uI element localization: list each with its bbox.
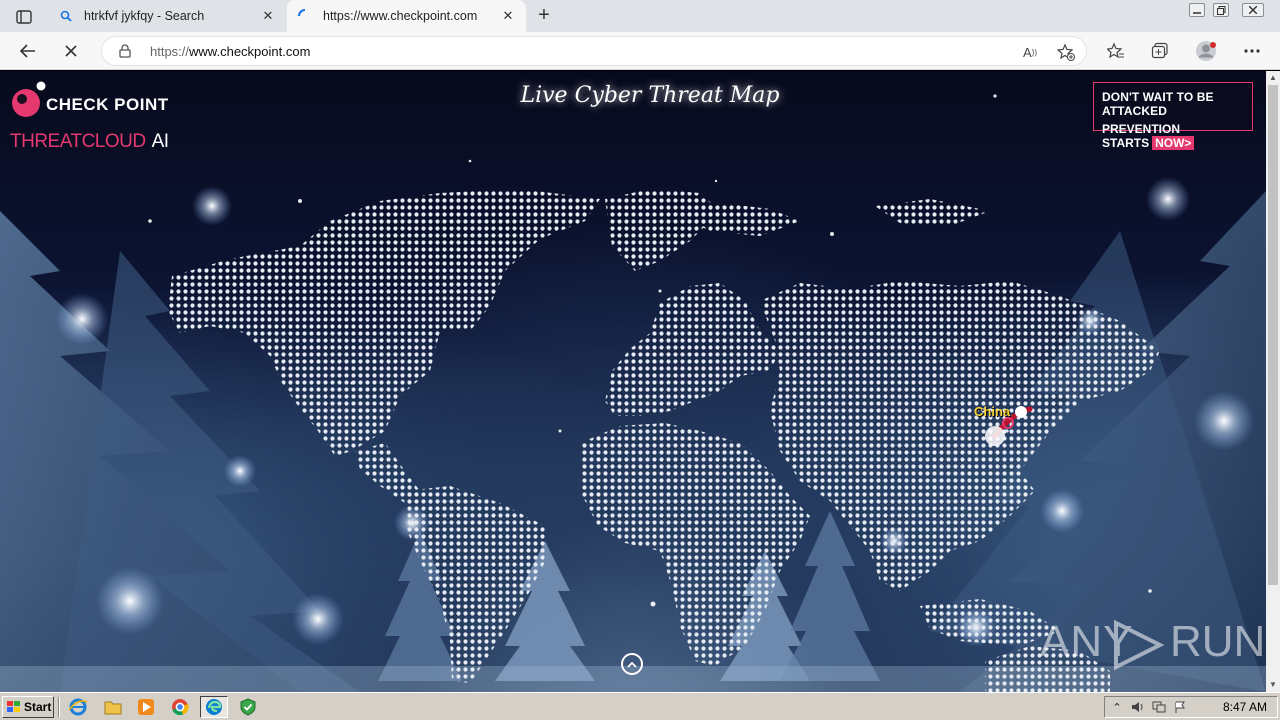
banner-cta[interactable]: NOW> bbox=[1152, 136, 1195, 150]
tab-actions-button[interactable] bbox=[10, 7, 38, 27]
minimize-icon bbox=[1193, 12, 1201, 14]
collections-button[interactable] bbox=[1147, 38, 1173, 64]
back-arrow-icon bbox=[20, 44, 35, 58]
avatar-icon bbox=[1196, 41, 1216, 61]
tab-search[interactable]: htrkfvf jykfqy - Search ✕ bbox=[48, 0, 286, 32]
windows-taskbar: Start ⌃ 8:47 AM bbox=[0, 692, 1280, 720]
chevron-up-icon bbox=[627, 661, 637, 668]
taskbar-chrome[interactable] bbox=[166, 696, 194, 718]
restore-button[interactable] bbox=[1210, 0, 1232, 20]
southeast-asia-islands bbox=[920, 599, 1060, 646]
taskbar-separator bbox=[58, 697, 60, 717]
folder-icon bbox=[104, 701, 122, 715]
stop-icon bbox=[65, 45, 77, 57]
north-america-landmass bbox=[168, 189, 600, 456]
taskbar-explorer[interactable] bbox=[99, 696, 127, 718]
system-tray: ⌃ 8:47 AM bbox=[1104, 696, 1278, 718]
attack-target-marker bbox=[1015, 406, 1027, 418]
favorites-button[interactable] bbox=[1103, 38, 1129, 64]
url-text[interactable]: https://www.checkpoint.com bbox=[150, 44, 310, 59]
tab-strip: htrkfvf jykfqy - Search ✕ https://www.ch… bbox=[0, 0, 1280, 32]
collections-icon bbox=[1151, 42, 1168, 59]
tab-title: https://www.checkpoint.com bbox=[323, 9, 478, 23]
chrome-icon bbox=[172, 699, 189, 716]
action-center-flag-icon[interactable] bbox=[1171, 699, 1189, 715]
back-button[interactable] bbox=[15, 38, 41, 64]
search-icon bbox=[58, 8, 74, 24]
stop-loading-button[interactable] bbox=[58, 38, 84, 64]
volume-icon[interactable] bbox=[1129, 699, 1147, 715]
watermark-right-text: RUN bbox=[1170, 617, 1266, 666]
greenland-landmass bbox=[605, 189, 720, 271]
south-america-landmass bbox=[405, 486, 548, 683]
logo-product-suffix: AI bbox=[151, 131, 169, 152]
ie-icon bbox=[69, 698, 87, 716]
scroll-up-button[interactable] bbox=[621, 653, 643, 675]
checkpoint-logo-mark bbox=[12, 81, 46, 117]
arctic-islands bbox=[875, 199, 990, 226]
close-icon bbox=[1249, 6, 1257, 14]
restore-icon bbox=[1216, 5, 1225, 15]
taskbar-clock[interactable]: 8:47 AM bbox=[1223, 700, 1267, 714]
taskbar-ie[interactable] bbox=[64, 696, 92, 718]
scroll-down-arrow[interactable]: ▼ bbox=[1266, 678, 1280, 692]
read-aloud-icon[interactable]: A)) bbox=[1020, 42, 1040, 62]
banner-line1: DON'T WAIT TO BE ATTACKED bbox=[1102, 90, 1214, 118]
shield-icon bbox=[240, 698, 256, 716]
play-icon bbox=[1114, 619, 1165, 671]
lock-icon[interactable] bbox=[118, 44, 132, 58]
attack-pulse-marker bbox=[985, 426, 1005, 446]
scroll-thumb[interactable] bbox=[1268, 85, 1278, 585]
profile-button[interactable] bbox=[1193, 38, 1219, 64]
media-player-icon bbox=[138, 699, 154, 715]
tray-expand-icon[interactable]: ⌃ bbox=[1108, 699, 1126, 715]
scroll-up-arrow[interactable]: ▲ bbox=[1266, 71, 1280, 85]
taskbar-edge[interactable] bbox=[200, 696, 228, 718]
minimize-button[interactable] bbox=[1186, 0, 1208, 20]
logo-product-name: THREATCLOUD bbox=[10, 131, 146, 152]
windows-flag-icon bbox=[7, 701, 20, 712]
close-tab-icon[interactable]: ✕ bbox=[500, 8, 516, 24]
taskbar-media-player[interactable] bbox=[132, 696, 160, 718]
add-favorite-icon[interactable] bbox=[1056, 42, 1076, 62]
logo-brand-text: CHECK POINT bbox=[46, 95, 169, 114]
tab-title: htrkfvf jykfqy - Search bbox=[84, 9, 205, 23]
start-button[interactable]: Start bbox=[2, 696, 54, 718]
more-icon bbox=[1244, 49, 1260, 53]
tab-checkpoint[interactable]: https://www.checkpoint.com ✕ bbox=[287, 0, 526, 32]
checkpoint-logo[interactable]: CHECK POINT THREATCLOUD AI bbox=[10, 81, 190, 156]
new-tab-button[interactable]: + bbox=[534, 5, 554, 26]
page-title: Live Cyber Threat Map bbox=[520, 83, 780, 108]
url-scheme: https:// bbox=[150, 44, 190, 59]
close-tab-icon[interactable]: ✕ bbox=[260, 8, 276, 24]
asia-landmass bbox=[760, 281, 1160, 591]
edge-icon bbox=[206, 699, 222, 715]
logo-product-text: THREATCLOUD AI bbox=[10, 131, 169, 153]
browser-toolbar: https://www.checkpoint.com A)) bbox=[0, 32, 1280, 70]
threat-map-page: CHECK POINT THREATCLOUD AI Live Cyber Thr… bbox=[0, 71, 1266, 692]
url-host: www.checkpoint.com bbox=[189, 44, 311, 59]
network-icon[interactable] bbox=[1150, 699, 1168, 715]
page-scrollbar[interactable]: ▲ ▼ bbox=[1266, 71, 1280, 692]
close-window-button[interactable] bbox=[1242, 0, 1264, 20]
loading-icon bbox=[297, 8, 313, 24]
anyrun-watermark: ANY RUN bbox=[1040, 611, 1265, 671]
banner-line2: PREVENTION STARTS NOW> bbox=[1102, 122, 1246, 150]
address-bar[interactable]: https://www.checkpoint.com A)) bbox=[101, 36, 1087, 66]
taskbar-security[interactable] bbox=[234, 696, 262, 718]
africa-landmass bbox=[580, 423, 810, 666]
tab-actions-icon bbox=[16, 10, 32, 24]
attack-country-label: China bbox=[974, 404, 1011, 419]
prevention-banner[interactable]: DON'T WAIT TO BE ATTACKED PREVENTION STA… bbox=[1093, 82, 1253, 150]
favorites-icon bbox=[1107, 42, 1124, 59]
settings-more-button[interactable] bbox=[1239, 38, 1265, 64]
europe-landmass bbox=[605, 283, 780, 416]
world-map bbox=[168, 189, 1160, 692]
start-label: Start bbox=[24, 700, 52, 714]
